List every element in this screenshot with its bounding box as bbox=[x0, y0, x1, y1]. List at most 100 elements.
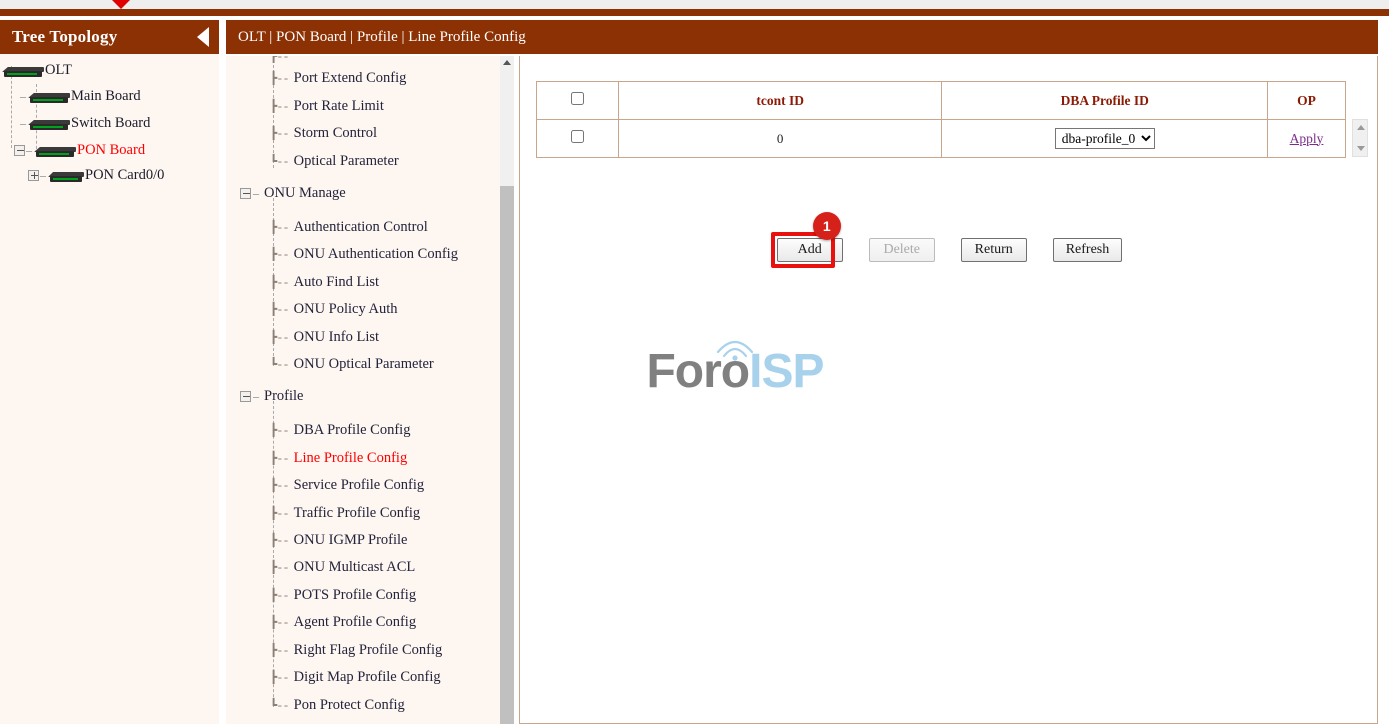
top-gray-strip bbox=[0, 0, 1389, 9]
menu-item-onu-policy-auth[interactable]: ┣-- ONU Policy Auth bbox=[270, 301, 398, 318]
tree-item-label: OLT bbox=[45, 62, 72, 79]
tree-item-olt[interactable]: OLT bbox=[2, 62, 72, 79]
navigation-menu-panel: ┣-- ┣-- Port Extend Config ┣-- Port Rate… bbox=[226, 56, 509, 724]
expand-toggle-icon[interactable] bbox=[28, 170, 39, 181]
triangle-left-icon[interactable] bbox=[197, 27, 209, 47]
menu-item-onu-info-list[interactable]: ┣-- ONU Info List bbox=[270, 329, 379, 346]
table-row-scrollbar[interactable] bbox=[1352, 119, 1368, 157]
tree-branch-icon: ┣-- bbox=[270, 71, 289, 86]
menu-item-label: Service Profile Config bbox=[294, 477, 424, 494]
tree-dash: – bbox=[20, 89, 26, 104]
tree-branch-icon: ┗-- bbox=[270, 154, 289, 169]
menu-item-port-rate-limit[interactable]: ┣-- Port Rate Limit bbox=[270, 98, 384, 115]
annotation-badge-1: 1 bbox=[813, 212, 841, 240]
tree-topology-title: Tree Topology bbox=[12, 27, 117, 47]
table-header-row: tcont ID DBA Profile ID OP bbox=[537, 82, 1346, 120]
dba-profile-select[interactable]: dba-profile_0 bbox=[1055, 128, 1155, 149]
menu-item-digit-map-profile-config[interactable]: ┣-- Digit Map Profile Config bbox=[270, 669, 441, 686]
tree-branch-icon: ┗-- bbox=[270, 698, 289, 713]
tree-dash: – bbox=[253, 186, 259, 201]
tree-item-pon-board[interactable]: – PON Board bbox=[14, 142, 145, 159]
tree-branch-icon: ┣-- bbox=[270, 506, 289, 521]
select-all-checkbox[interactable] bbox=[571, 92, 584, 105]
table-header-dba-profile-id: DBA Profile ID bbox=[942, 82, 1268, 120]
menu-item-label: ONU Info List bbox=[294, 329, 379, 346]
tree-topology-header: Tree Topology bbox=[0, 20, 219, 54]
menu-scrollbar[interactable] bbox=[500, 56, 514, 724]
return-button[interactable]: Return bbox=[961, 238, 1027, 262]
table-row: 0 dba-profile_0 Apply bbox=[537, 120, 1346, 158]
tree-branch-icon: ┣-- bbox=[270, 220, 289, 235]
menu-item-label: Traffic Profile Config bbox=[294, 505, 420, 522]
menu-item-auto-find-list[interactable]: ┣-- Auto Find List bbox=[270, 274, 379, 291]
tree-item-switch-board[interactable]: – Switch Board bbox=[20, 115, 150, 132]
menu-connector bbox=[273, 401, 274, 707]
menu-item-authentication-control[interactable]: ┣-- Authentication Control bbox=[270, 219, 428, 236]
menu-item-label: Agent Profile Config bbox=[294, 614, 416, 631]
menu-item-port-extend-config[interactable]: ┣-- Port Extend Config bbox=[270, 70, 406, 87]
menu-item-traffic-profile-config[interactable]: ┣-- Traffic Profile Config bbox=[270, 505, 420, 522]
tree-item-pon-card-0-0[interactable]: – PON Card0/0 bbox=[28, 167, 164, 184]
apply-link[interactable]: Apply bbox=[1290, 131, 1324, 146]
scroll-up-arrow-icon[interactable] bbox=[1357, 125, 1365, 130]
menu-item-optical-parameter[interactable]: ┗-- Optical Parameter bbox=[270, 153, 399, 170]
device-icon bbox=[2, 64, 44, 77]
menu-item-label: Line Profile Config bbox=[294, 450, 408, 467]
menu-group-profile[interactable]: – Profile bbox=[240, 388, 303, 405]
tree-branch-icon: ┣-- bbox=[270, 451, 289, 466]
tree-dash: – bbox=[253, 389, 259, 404]
device-icon bbox=[34, 144, 76, 157]
menu-item-pots-profile-config[interactable]: ┣-- POTS Profile Config bbox=[270, 587, 416, 604]
menu-item-pon-protect-config[interactable]: ┗-- Pon Protect Config bbox=[270, 697, 405, 714]
menu-item-partial-top[interactable]: ┣-- bbox=[270, 56, 297, 65]
device-icon bbox=[28, 117, 70, 130]
tree-item-label: PON Board bbox=[77, 142, 145, 159]
menu-item-label: Optical Parameter bbox=[294, 153, 399, 170]
cell-op: Apply bbox=[1268, 120, 1346, 158]
tree-branch-icon: ┣-- bbox=[270, 126, 289, 141]
wifi-signal-icon bbox=[714, 336, 756, 362]
tree-branch-icon: ┣-- bbox=[270, 330, 289, 345]
tree-item-label: PON Card0/0 bbox=[85, 167, 164, 184]
menu-item-service-profile-config[interactable]: ┣-- Service Profile Config bbox=[270, 477, 424, 494]
tree-item-main-board[interactable]: – Main Board bbox=[20, 88, 141, 105]
delete-button[interactable]: Delete bbox=[869, 238, 935, 262]
menu-item-label: Port Extend Config bbox=[294, 70, 407, 87]
menu-item-onu-optical-parameter[interactable]: ┗-- ONU Optical Parameter bbox=[270, 356, 434, 373]
tree-topology-panel: OLT – Main Board – Switch Board – PON Bo… bbox=[0, 54, 219, 724]
menu-item-right-flag-profile-config[interactable]: ┣-- Right Flag Profile Config bbox=[270, 642, 442, 659]
menu-item-onu-igmp-profile[interactable]: ┣-- ONU IGMP Profile bbox=[270, 532, 408, 549]
menu-item-onu-multicast-acl[interactable]: ┣-- ONU Multicast ACL bbox=[270, 559, 415, 576]
tree-branch-icon: ┣-- bbox=[270, 275, 289, 290]
tree-item-label: Main Board bbox=[71, 88, 141, 105]
menu-item-label: Port Rate Limit bbox=[294, 98, 384, 115]
scroll-down-arrow-icon[interactable] bbox=[1357, 146, 1365, 151]
scroll-up-arrow-icon[interactable] bbox=[503, 60, 511, 65]
collapse-toggle-icon[interactable] bbox=[240, 188, 251, 199]
collapse-toggle-icon[interactable] bbox=[240, 391, 251, 402]
tree-branch-icon: ┣-- bbox=[270, 533, 289, 548]
menu-item-label: Auto Find List bbox=[294, 274, 379, 291]
cell-dba-profile-id: dba-profile_0 bbox=[942, 120, 1268, 158]
menu-group-onu-manage[interactable]: – ONU Manage bbox=[240, 185, 346, 202]
tree-branch-icon: ┣-- bbox=[270, 670, 289, 685]
row-checkbox[interactable] bbox=[571, 130, 584, 143]
menu-item-label: POTS Profile Config bbox=[294, 587, 416, 604]
red-down-arrow-icon bbox=[112, 0, 130, 9]
menu-item-dba-profile-config[interactable]: ┣-- DBA Profile Config bbox=[270, 422, 410, 439]
menu-item-agent-profile-config[interactable]: ┣-- Agent Profile Config bbox=[270, 614, 416, 631]
collapse-toggle-icon[interactable] bbox=[14, 145, 25, 156]
menu-scrollbar-thumb[interactable] bbox=[500, 186, 514, 724]
menu-item-storm-control[interactable]: ┣-- Storm Control bbox=[270, 125, 377, 142]
menu-item-label: ONU Optical Parameter bbox=[294, 356, 434, 373]
refresh-button[interactable]: Refresh bbox=[1053, 238, 1123, 262]
menu-item-onu-authentication-config[interactable]: ┣-- ONU Authentication Config bbox=[270, 246, 458, 263]
content-header: OLT | PON Board | Profile | Line Profile… bbox=[226, 20, 1378, 54]
tree-branch-icon: ┣-- bbox=[270, 615, 289, 630]
add-button[interactable]: Add bbox=[777, 238, 843, 262]
menu-item-label: Pon Protect Config bbox=[294, 697, 405, 714]
top-brown-strip bbox=[0, 9, 1389, 16]
menu-item-line-profile-config[interactable]: ┣-- Line Profile Config bbox=[270, 450, 407, 467]
tree-branch-icon: ┣-- bbox=[270, 643, 289, 658]
device-icon bbox=[48, 169, 84, 182]
